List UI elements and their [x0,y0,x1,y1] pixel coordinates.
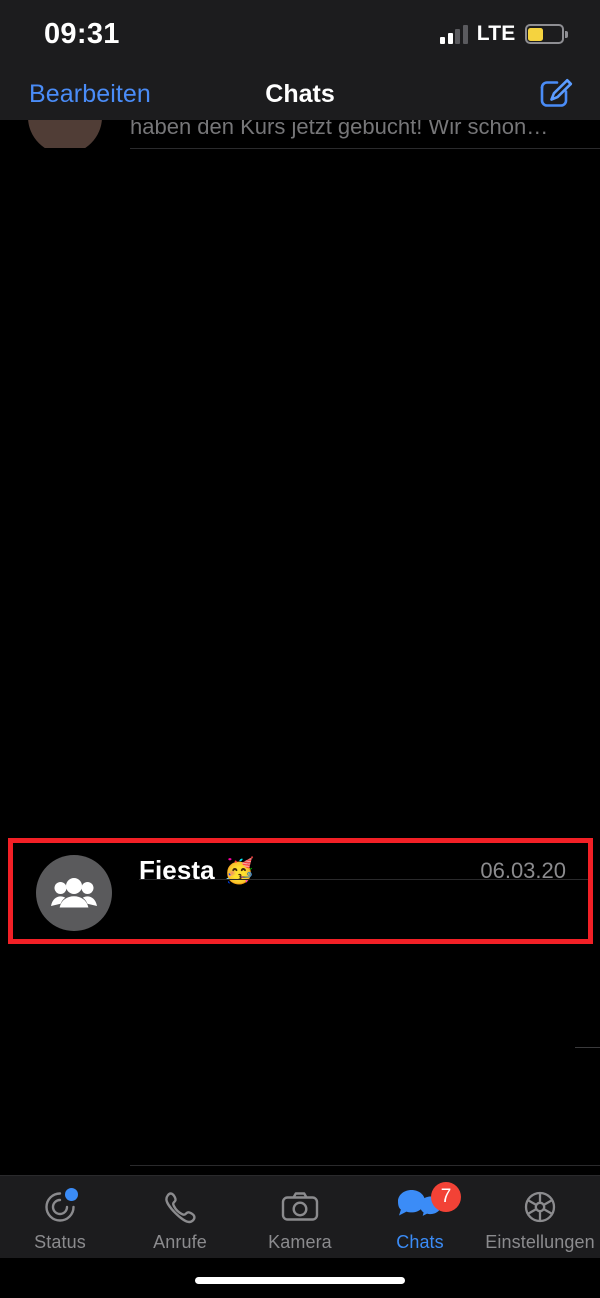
network-type-label: LTE [476,22,516,45]
tab-status[interactable]: Status [0,1186,120,1253]
status-bar-time: 09:31 [44,17,120,50]
battery-icon [524,24,568,44]
gear-icon [519,1186,561,1228]
avatar [28,120,102,148]
status-bar-indicators: LTE [440,22,568,46]
tab-label: Status [34,1232,86,1252]
party-face-emoji: 🥳 [223,857,255,885]
tab-label: Anrufe [153,1232,207,1252]
tab-einstellungen[interactable]: Einstellungen [480,1186,600,1253]
highlight-annotation-box: Fiesta 🥳 06.03.20 [8,838,593,944]
home-indicator[interactable] [195,1277,405,1284]
avatar [36,855,112,931]
tab-bar: Status Anrufe Kamera 7 Chats Einstellung… [0,1175,600,1258]
tab-kamera[interactable]: Kamera [240,1186,360,1253]
list-separator [139,879,588,880]
chat-list-item-fiesta[interactable]: Fiesta 🥳 06.03.20 [13,843,588,939]
tab-label: Kamera [268,1232,332,1252]
tab-anrufe[interactable]: Anrufe [120,1186,240,1253]
tab-label: Chats [396,1232,444,1252]
tab-label: Einstellungen [485,1232,595,1252]
chat-preview-text: haben den Kurs jetzt gebucht! Wir schon… [130,120,549,139]
chat-date: 06.03.20 [480,858,566,883]
status-new-dot [65,1188,78,1201]
compose-icon [540,79,573,107]
chat-bubbles-icon: 7 [397,1182,461,1228]
chat-item-body: Fiesta 🥳 06.03.20 [139,855,588,886]
compose-button[interactable] [534,74,574,114]
camera-icon [279,1186,321,1228]
list-separator-fragment [575,1047,600,1048]
list-item[interactable]: haben den Kurs jetzt gebucht! Wir schon… [0,120,600,148]
chats-unread-badge: 7 [431,1182,461,1212]
list-separator [130,148,600,149]
page-title: Chats [265,79,335,108]
group-avatar-icon [51,878,97,908]
navigation-bar: Bearbeiten Chats [0,68,600,120]
list-separator [130,1165,600,1166]
chat-title: Fiesta [139,855,215,885]
phone-icon [159,1186,201,1228]
tab-chats[interactable]: 7 Chats [360,1182,480,1253]
chat-list[interactable]: haben den Kurs jetzt gebucht! Wir schon…… [0,120,600,1175]
status-bar: 09:31 LTE [0,0,600,68]
cellular-signal-icon [440,24,468,44]
status-rings-icon [39,1186,81,1228]
